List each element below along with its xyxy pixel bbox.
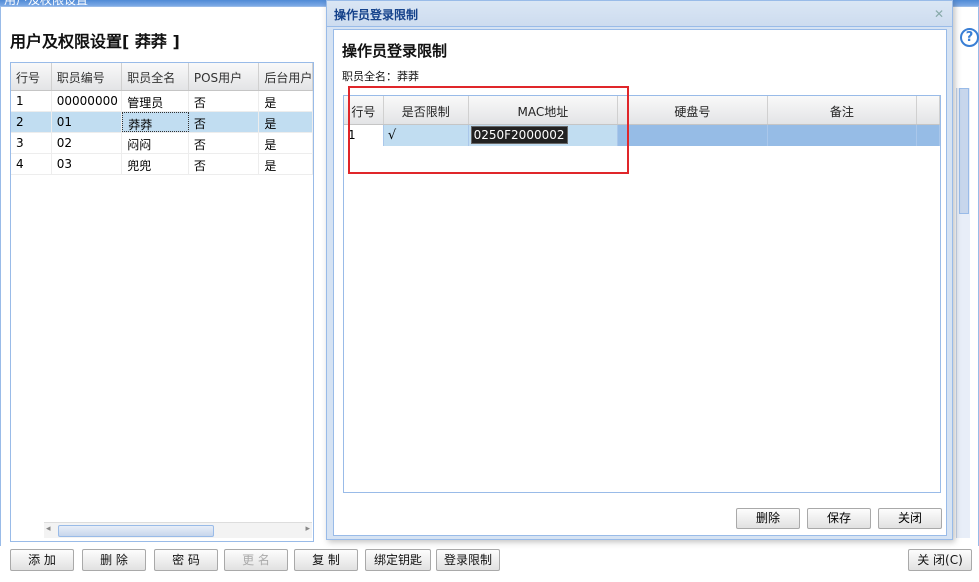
col-header-is-limited[interactable]: 是否限制 xyxy=(384,96,469,124)
dialog-titlebar[interactable]: 操作员登录限制 ✕ xyxy=(327,1,952,27)
col-header-remark[interactable]: 备注 xyxy=(768,96,918,124)
col-header-backend-user[interactable]: 后台用户 xyxy=(259,63,313,90)
cell-row-no: 4 xyxy=(11,154,52,174)
login-limit-button[interactable]: 登录限制 xyxy=(436,549,500,571)
cell-employee-id: 01 xyxy=(52,112,123,132)
cell-employee-name: 兜兜 xyxy=(122,154,189,174)
scrollbar-thumb[interactable] xyxy=(959,88,969,214)
close-main-button[interactable]: 关 闭(C) xyxy=(908,549,972,571)
login-limit-dialog: 操作员登录限制 ✕ 操作员登录限制 职员全名：莽莽 行号 是否限制 MAC地址 … xyxy=(326,0,953,540)
add-button[interactable]: 添 加 xyxy=(10,549,74,571)
delete-user-button[interactable]: 删 除 xyxy=(82,549,146,571)
rename-button[interactable]: 更 名 xyxy=(224,549,288,571)
cell-pos-user: 否 xyxy=(189,91,260,111)
cell-backend-user: 是 xyxy=(259,91,313,111)
scroll-left-arrow-icon[interactable]: ◂ xyxy=(46,524,51,534)
cell-filler xyxy=(917,125,940,146)
cell-pos-user: 否 xyxy=(189,112,260,132)
table-row-selected[interactable]: 2 01 莽莽 否 是 xyxy=(11,112,313,133)
user-grid: 行号 职员编号 职员全名 POS用户 后台用户 1 00000000 管理员 否… xyxy=(10,62,314,542)
cell-employee-id: 03 xyxy=(52,154,123,174)
cell-backend-user: 是 xyxy=(259,112,313,132)
cell-employee-id: 00000000 xyxy=(52,91,123,111)
password-button[interactable]: 密 码 xyxy=(154,549,218,571)
col-header-employee-name[interactable]: 职员全名 xyxy=(122,63,189,90)
cell-backend-user: 是 xyxy=(259,154,313,174)
table-row[interactable]: 4 03 兜兜 否 是 xyxy=(11,154,313,175)
copy-button[interactable]: 复 制 xyxy=(294,549,358,571)
cell-employee-name: 闷闷 xyxy=(122,133,189,153)
cell-employee-name: 莽莽 xyxy=(122,112,189,132)
dialog-title: 操作员登录限制 xyxy=(342,42,448,60)
cell-row-no: 1 xyxy=(11,91,52,111)
col-header-employee-id[interactable]: 职员编号 xyxy=(52,63,123,90)
dialog-body: 操作员登录限制 职员全名：莽莽 行号 是否限制 MAC地址 硬盘号 备注 1 √… xyxy=(333,29,947,536)
cell-row-no: 3 xyxy=(11,133,52,153)
col-header-row-no[interactable]: 行号 xyxy=(11,63,52,90)
col-header-row-no[interactable]: 行号 xyxy=(344,96,384,124)
close-icon[interactable]: ✕ xyxy=(934,7,944,21)
cell-disk-no[interactable] xyxy=(618,125,768,146)
user-grid-horizontal-scrollbar[interactable]: ◂ ▸ xyxy=(44,522,312,538)
cell-pos-user: 否 xyxy=(189,154,260,174)
login-limit-grid: 行号 是否限制 MAC地址 硬盘号 备注 1 √ 0250F2000002 xyxy=(343,95,941,493)
close-dialog-button[interactable]: 关闭 xyxy=(878,508,942,529)
cell-backend-user: 是 xyxy=(259,133,313,153)
col-header-disk-no[interactable]: 硬盘号 xyxy=(618,96,768,124)
cell-remark[interactable] xyxy=(768,125,918,146)
table-row[interactable]: 3 02 闷闷 否 是 xyxy=(11,133,313,154)
cell-employee-name: 管理员 xyxy=(122,91,189,111)
col-header-pos-user[interactable]: POS用户 xyxy=(189,63,260,90)
cell-employee-id: 02 xyxy=(52,133,123,153)
col-header-filler xyxy=(917,96,940,124)
page-title: 用户及权限设置[ 莽莽 ] xyxy=(10,32,180,51)
scroll-right-arrow-icon[interactable]: ▸ xyxy=(305,524,310,534)
question-circle-icon[interactable]: ? xyxy=(960,28,979,47)
login-limit-grid-header: 行号 是否限制 MAC地址 硬盘号 备注 xyxy=(344,96,940,125)
cell-row-no: 1 xyxy=(344,125,384,146)
user-grid-header: 行号 职员编号 职员全名 POS用户 后台用户 xyxy=(11,63,313,91)
delete-button[interactable]: 删除 xyxy=(736,508,800,529)
cell-mac-address[interactable]: 0250F2000002 xyxy=(468,125,619,146)
right-vertical-scrollbar[interactable] xyxy=(956,88,970,538)
cell-pos-user: 否 xyxy=(189,133,260,153)
table-row[interactable]: 1 00000000 管理员 否 是 xyxy=(11,91,313,112)
mac-address-input[interactable]: 0250F2000002 xyxy=(470,126,568,144)
cell-is-limited-checkmark[interactable]: √ xyxy=(383,125,469,146)
table-row[interactable]: 1 √ 0250F2000002 xyxy=(344,125,940,146)
dialog-window-title: 操作员登录限制 xyxy=(334,8,419,22)
bind-key-button[interactable]: 绑定钥匙 xyxy=(365,549,431,571)
scrollbar-thumb[interactable] xyxy=(58,525,214,537)
save-button[interactable]: 保存 xyxy=(807,508,871,529)
cell-row-no: 2 xyxy=(11,112,52,132)
col-header-mac-address[interactable]: MAC地址 xyxy=(469,96,619,124)
employee-name-label: 职员全名：莽莽 xyxy=(342,70,419,83)
